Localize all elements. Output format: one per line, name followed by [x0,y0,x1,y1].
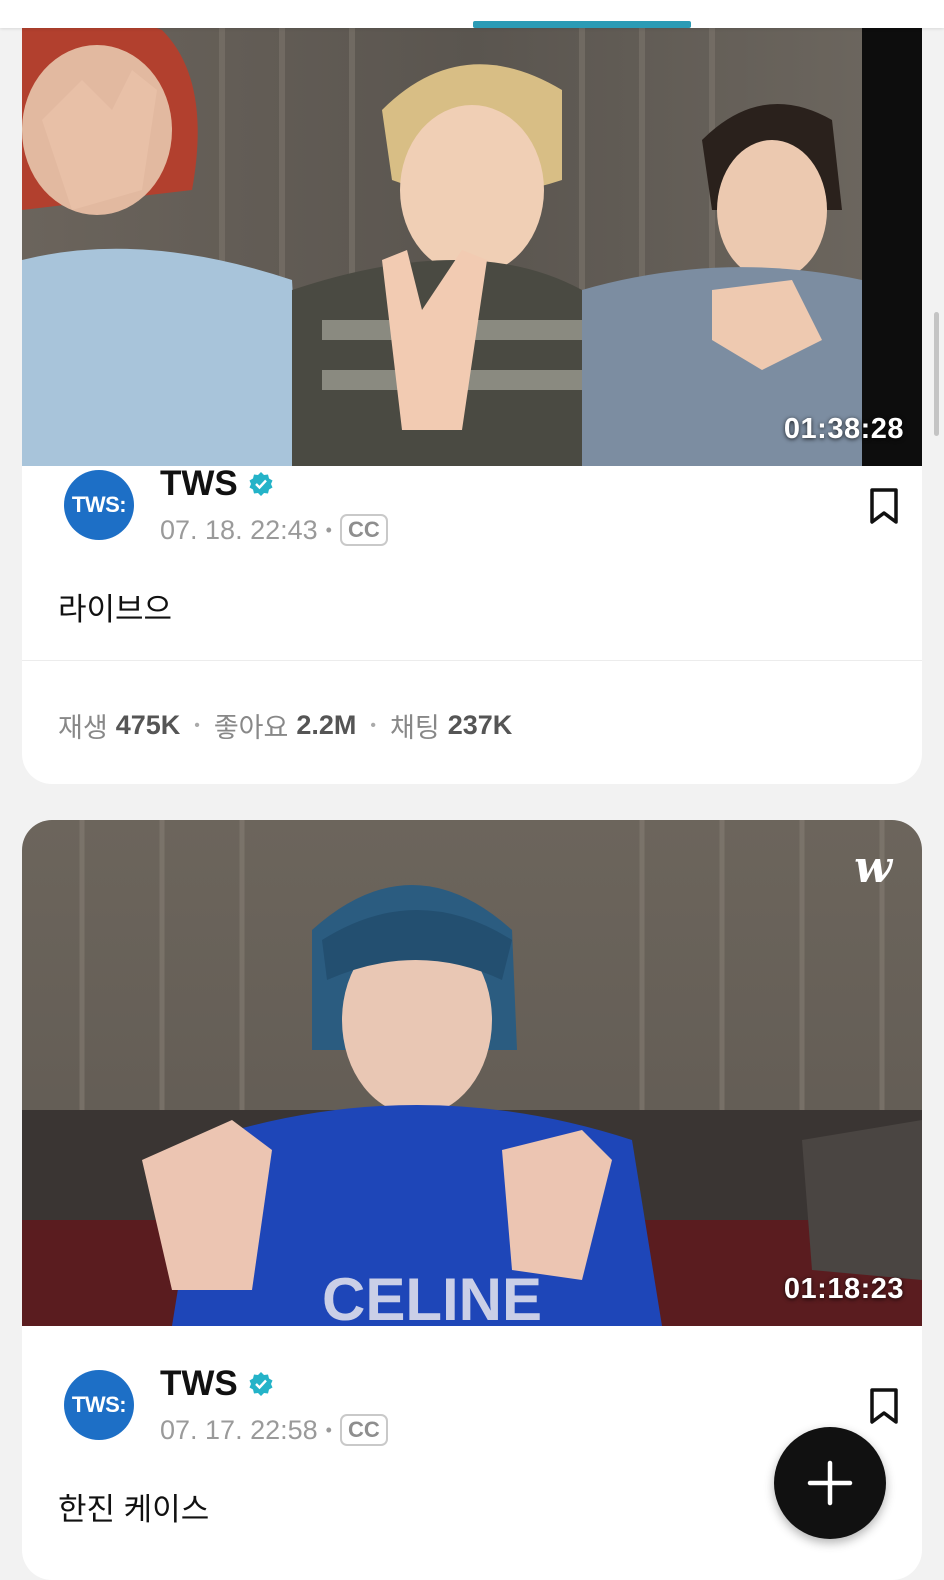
cc-badge: CC [339,514,388,546]
meta-separator: • [325,519,332,540]
author-name-row: TWS [160,464,274,504]
post-stats: 재생 475K • 좋아요 2.2M • 채팅 237K [58,706,512,745]
author-name[interactable]: TWS [160,1364,238,1404]
create-post-button[interactable] [774,1427,886,1539]
post-title[interactable]: 라이브으 [58,584,172,629]
verified-badge-icon [249,472,273,496]
stats-separator: • [194,716,200,734]
chat-label: 채팅 [390,713,440,743]
top-tab-bar [0,0,944,28]
post-author-row: TWS: TWS 07. 17. 22:58 • CC [64,1364,904,1450]
meta-separator: • [325,1419,332,1440]
author-avatar[interactable]: TWS: [64,470,134,540]
play-count: 475K [115,710,181,740]
svg-text:CELINE: CELINE [322,1266,542,1326]
post-meta: 07. 18. 22:43 • CC [160,514,388,546]
plus-icon [807,1460,853,1506]
post-date: 07. 17. 22:58 [160,1414,318,1445]
video-duration: 01:18:23 [783,1273,904,1305]
bookmark-icon[interactable] [864,1386,904,1426]
author-avatar[interactable]: TWS: [64,1370,134,1440]
thumbnail-image [22,0,922,466]
weverse-logo-icon: w [854,842,892,893]
cc-badge: CC [339,1414,388,1446]
stats-separator: • [370,716,377,734]
author-name[interactable]: TWS [160,464,238,504]
live-post-card[interactable]: 01:38:28 TWS: TWS 07. 18. 22:43 • CC 라이브… [22,0,922,784]
active-tab-indicator [473,21,691,28]
chat-count: 237K [447,710,513,740]
post-author-row: TWS: TWS 07. 18. 22:43 • CC [64,464,904,550]
verified-badge-icon [249,1372,273,1396]
bookmark-icon[interactable] [864,486,904,526]
divider [22,660,922,661]
video-thumbnail[interactable]: 01:38:28 [22,0,922,466]
author-name-row: TWS [160,1364,274,1404]
post-title[interactable]: 한진 케이스 [58,1484,209,1529]
like-count: 2.2M [296,710,357,740]
video-thumbnail[interactable]: CELINE w 01:18:23 [22,820,922,1326]
like-label: 좋아요 [213,713,289,743]
scrollbar[interactable] [934,312,939,436]
video-duration: 01:38:28 [783,413,904,445]
thumbnail-image: CELINE [22,820,922,1326]
post-date: 07. 18. 22:43 [160,514,318,545]
post-meta: 07. 17. 22:58 • CC [160,1414,388,1446]
play-label: 재생 [58,713,108,743]
